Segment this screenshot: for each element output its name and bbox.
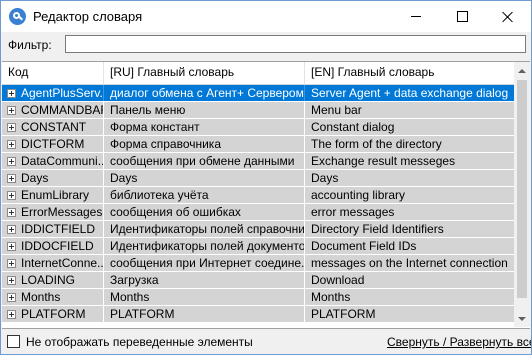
expand-plus-icon[interactable] — [7, 106, 16, 115]
cell-en[interactable]: Document Field IDs — [305, 238, 514, 254]
cell-en[interactable]: error messages — [305, 204, 514, 220]
table-row[interactable]: EnumLibrary библиотека учёта accounting li… — [2, 187, 514, 204]
expand-plus-icon[interactable] — [7, 259, 16, 268]
table-row[interactable]: COMMANDBAR Панель меню Menu bar — [2, 102, 514, 119]
cell-code[interactable]: DICTFORM — [19, 136, 104, 152]
table-row[interactable]: Months Months Months — [2, 289, 514, 306]
minimize-icon — [411, 16, 421, 17]
table-row[interactable]: AgentPlusServ... диалог обмена с Агент+ С… — [2, 85, 514, 102]
expand-plus-icon[interactable] — [7, 123, 16, 132]
dictionary-app-icon — [9, 8, 26, 25]
cell-ru[interactable]: сообщения при Интернет соедине... — [104, 255, 305, 271]
scroll-down-arrow-icon — [518, 316, 526, 321]
cell-ru[interactable]: Months — [104, 289, 305, 305]
cell-code[interactable]: InternetConne... — [19, 255, 104, 271]
expand-plus-icon[interactable] — [7, 242, 16, 251]
cell-code[interactable]: DataCommuni... — [19, 153, 104, 169]
table-row[interactable]: IDDOCFIELD Идентификаторы полей документо… — [2, 238, 514, 255]
scroll-up-arrow-icon — [518, 68, 526, 73]
cell-code[interactable]: LOADING — [19, 272, 104, 288]
table-row[interactable]: Days Days Days — [2, 170, 514, 187]
cell-code[interactable]: COMMANDBAR — [19, 102, 104, 118]
table-row[interactable]: CONSTANT Форма констант Constant dialog — [2, 119, 514, 136]
collapse-expand-all-link[interactable]: Свернуть / Развернуть все — [387, 335, 531, 349]
cell-en[interactable]: Months — [305, 289, 514, 305]
cell-ru[interactable]: сообщения об ошибках — [104, 204, 305, 220]
cell-en[interactable]: accounting library — [305, 187, 514, 203]
cell-en[interactable]: Exchange result messeges — [305, 153, 514, 169]
cell-en[interactable]: Server Agent + data exchange dialog — [305, 85, 514, 101]
maximize-button[interactable] — [439, 1, 485, 32]
cell-en[interactable]: Days — [305, 170, 514, 186]
cell-code[interactable]: PLATFORM — [19, 306, 104, 322]
title-bar[interactable]: Редактор словаря — [1, 1, 531, 32]
table-row[interactable]: InternetConne... сообщения при Интернет с… — [2, 255, 514, 272]
table-row[interactable]: IDDICTFIELD Идентификаторы полей справочн… — [2, 221, 514, 238]
cell-ru[interactable]: Форма справочника — [104, 136, 305, 152]
cell-en[interactable]: PLATFORM — [305, 306, 514, 322]
expand-plus-icon[interactable] — [7, 293, 16, 302]
expand-plus-icon[interactable] — [7, 89, 16, 98]
close-button[interactable] — [485, 1, 531, 32]
filter-input[interactable] — [65, 35, 526, 53]
cell-code[interactable]: Days — [19, 170, 104, 186]
dictionary-grid: Код [RU] Главный словарь [EN] Главный сл… — [2, 61, 530, 329]
vertical-scrollbar[interactable] — [514, 62, 530, 327]
cell-ru[interactable]: Форма констант — [104, 119, 305, 135]
grid-rows: AgentPlusServ... диалог обмена с Агент+ С… — [2, 85, 514, 323]
filter-label: Фильтр: — [8, 38, 52, 52]
close-icon — [502, 11, 514, 23]
scroll-down-button[interactable] — [514, 310, 530, 327]
expand-plus-icon[interactable] — [7, 276, 16, 285]
cell-code[interactable]: IDDOCFIELD — [19, 238, 104, 254]
cell-ru[interactable]: Панель меню — [104, 102, 305, 118]
cell-ru[interactable]: Идентификаторы полей справочни... — [104, 221, 305, 237]
cell-code[interactable]: ErrorMessages — [19, 204, 104, 220]
cell-code[interactable]: EnumLibrary — [19, 187, 104, 203]
cell-ru[interactable]: PLATFORM — [104, 306, 305, 322]
cell-code[interactable]: Months — [19, 289, 104, 305]
table-row[interactable]: DataCommuni... сообщения при обмене данны… — [2, 153, 514, 170]
column-header-en[interactable]: [EN] Главный словарь — [305, 62, 514, 84]
column-header-code[interactable]: Код — [2, 62, 104, 84]
expand-plus-icon[interactable] — [7, 225, 16, 234]
table-row[interactable]: ErrorMessages сообщения об ошибках error m… — [2, 204, 514, 221]
cell-en[interactable]: Directory Field Identifiers — [305, 221, 514, 237]
scroll-up-button[interactable] — [514, 62, 530, 79]
maximize-icon — [456, 11, 468, 22]
cell-en[interactable]: The form of the directory — [305, 136, 514, 152]
expand-plus-icon[interactable] — [7, 140, 16, 149]
cell-ru[interactable]: Days — [104, 170, 305, 186]
cell-ru[interactable]: Идентификаторы полей документов — [104, 238, 305, 254]
expand-plus-icon[interactable] — [7, 174, 16, 183]
window-title: Редактор словаря — [33, 9, 143, 24]
dictionary-editor-window: Редактор словаря Фильтр: Код [RU] Главны… — [0, 0, 532, 355]
cell-en[interactable]: Download — [305, 272, 514, 288]
cell-ru[interactable]: Загрузка — [104, 272, 305, 288]
cell-ru[interactable]: диалог обмена с Агент+ Сервером — [104, 85, 305, 101]
hide-translated-checkbox[interactable] — [7, 335, 20, 348]
column-header-ru[interactable]: [RU] Главный словарь — [104, 62, 305, 84]
cell-code[interactable]: IDDICTFIELD — [19, 221, 104, 237]
table-row[interactable]: PLATFORM PLATFORM PLATFORM — [2, 306, 514, 323]
cell-en[interactable]: messages on the Internet connection — [305, 255, 514, 271]
hide-translated-label[interactable]: Не отображать переведенные элементы — [26, 335, 253, 349]
expand-plus-icon[interactable] — [7, 208, 16, 217]
cell-en[interactable]: Constant dialog — [305, 119, 514, 135]
cell-code[interactable]: CONSTANT — [19, 119, 104, 135]
cell-code[interactable]: AgentPlusServ... — [19, 85, 104, 101]
expand-plus-icon[interactable] — [7, 157, 16, 166]
minimize-button[interactable] — [393, 1, 439, 32]
table-row[interactable]: DICTFORM Форма справочника The form of the… — [2, 136, 514, 153]
expand-plus-icon[interactable] — [7, 191, 16, 200]
table-row[interactable]: LOADING Загрузка Download — [2, 272, 514, 289]
cell-ru[interactable]: сообщения при обмене данными — [104, 153, 305, 169]
cell-ru[interactable]: библиотека учёта — [104, 187, 305, 203]
expand-plus-icon[interactable] — [7, 310, 16, 319]
grid-header: Код [RU] Главный словарь [EN] Главный сл… — [2, 62, 514, 85]
cell-en[interactable]: Menu bar — [305, 102, 514, 118]
scroll-thumb[interactable] — [517, 80, 527, 298]
